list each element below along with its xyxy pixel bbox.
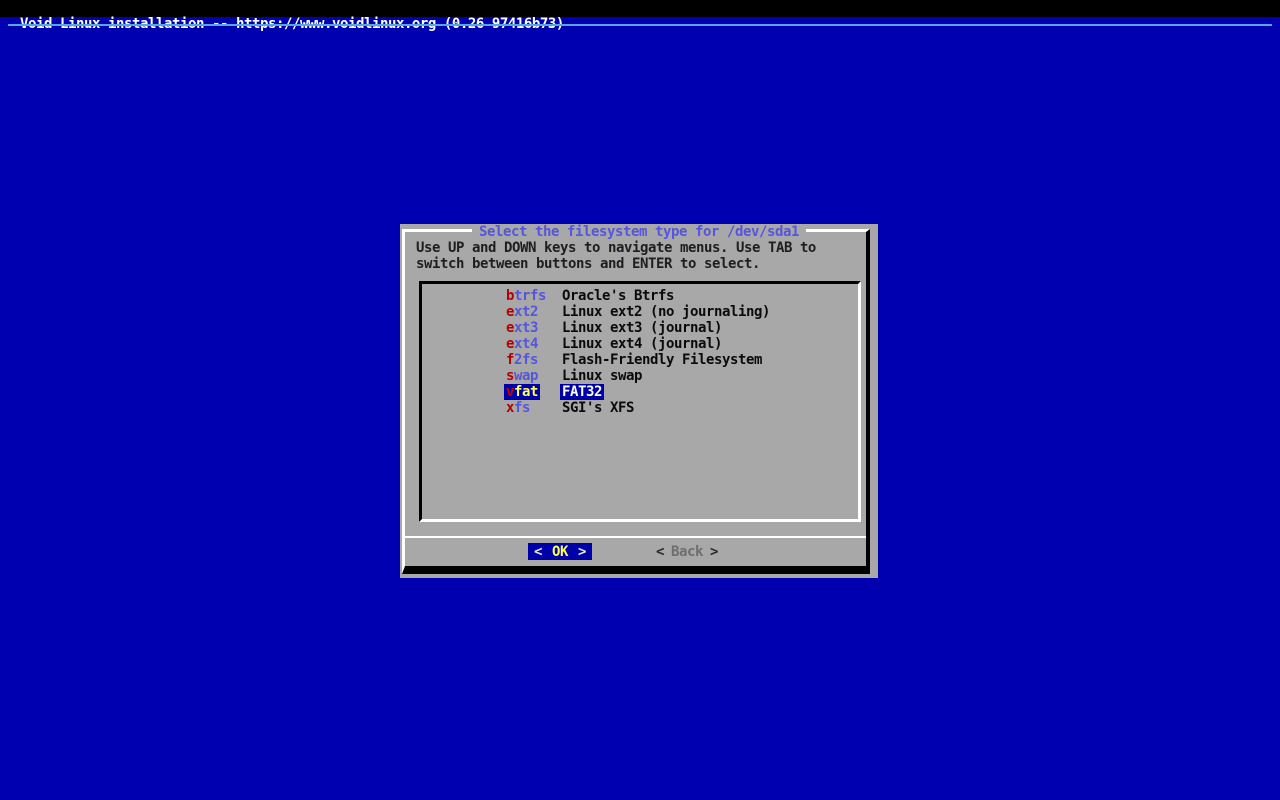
dialog-title: Select the filesystem type for /dev/sda1 [472, 224, 806, 240]
menu-item-ext2[interactable]: ext2 Linux ext2 (no journaling) [422, 304, 858, 320]
menu-tag: ext2 [506, 304, 538, 320]
instruction-line-1: Use UP and DOWN keys to navigate menus. … [416, 240, 816, 256]
menu-description: Linux swap [562, 368, 642, 384]
menu-tag: swap [506, 368, 538, 384]
back-button[interactable]: < Back > [652, 543, 722, 560]
backtitle-separator-line [8, 24, 1272, 26]
ok-button-label: OK [552, 543, 568, 560]
menu-item-ext3[interactable]: ext3 Linux ext3 (journal) [422, 320, 858, 336]
button-separator-line [405, 536, 866, 538]
menu-tag: xfs [506, 400, 530, 416]
menu-description: FAT32 [560, 384, 604, 400]
backtitle-bar: Void Linux installation -- https://www.v… [0, 0, 1280, 32]
ok-button[interactable]: < OK > [528, 543, 592, 560]
dialog-title-row: Select the filesystem type for /dev/sda1 [400, 224, 878, 240]
menu-item-xfs[interactable]: xfs SGI's XFS [422, 400, 858, 416]
dialog-instructions: Use UP and DOWN keys to navigate menus. … [416, 240, 862, 272]
instruction-line-2: switch between buttons and ENTER to sele… [416, 256, 760, 272]
menu-tag: f2fs [506, 352, 538, 368]
back-bracket-left: < [656, 543, 664, 560]
back-bracket-right: > [710, 543, 718, 560]
menu-description: Oracle's Btrfs [562, 288, 674, 304]
back-button-label: Back [671, 543, 703, 560]
menu-item-vfat-selected[interactable]: vfat FAT32 [422, 384, 858, 400]
menu-tag: ext4 [506, 336, 538, 352]
menu-item-f2fs[interactable]: f2fs Flash-Friendly Filesystem [422, 352, 858, 368]
menu-tag: btrfs [506, 288, 546, 304]
menu-item-swap[interactable]: swap Linux swap [422, 368, 858, 384]
ok-bracket-right: > [578, 543, 586, 560]
menu-description: Linux ext2 (no journaling) [562, 304, 770, 320]
menu-item-btrfs[interactable]: btrfs Oracle's Btrfs [422, 288, 858, 304]
menu-description: Flash-Friendly Filesystem [562, 352, 762, 368]
menu-tag: vfat [504, 384, 540, 400]
menu-description: Linux ext3 (journal) [562, 320, 722, 336]
menu-item-ext4[interactable]: ext4 Linux ext4 (journal) [422, 336, 858, 352]
filesystem-menu-list: btrfs Oracle's Btrfs ext2 Linux ext2 (no… [419, 281, 861, 522]
menu-description: SGI's XFS [562, 400, 634, 416]
filesystem-select-dialog: Select the filesystem type for /dev/sda1… [400, 224, 878, 578]
menu-description: Linux ext4 (journal) [562, 336, 722, 352]
menu-tag: ext3 [506, 320, 538, 336]
ok-bracket-left: < [534, 543, 542, 560]
